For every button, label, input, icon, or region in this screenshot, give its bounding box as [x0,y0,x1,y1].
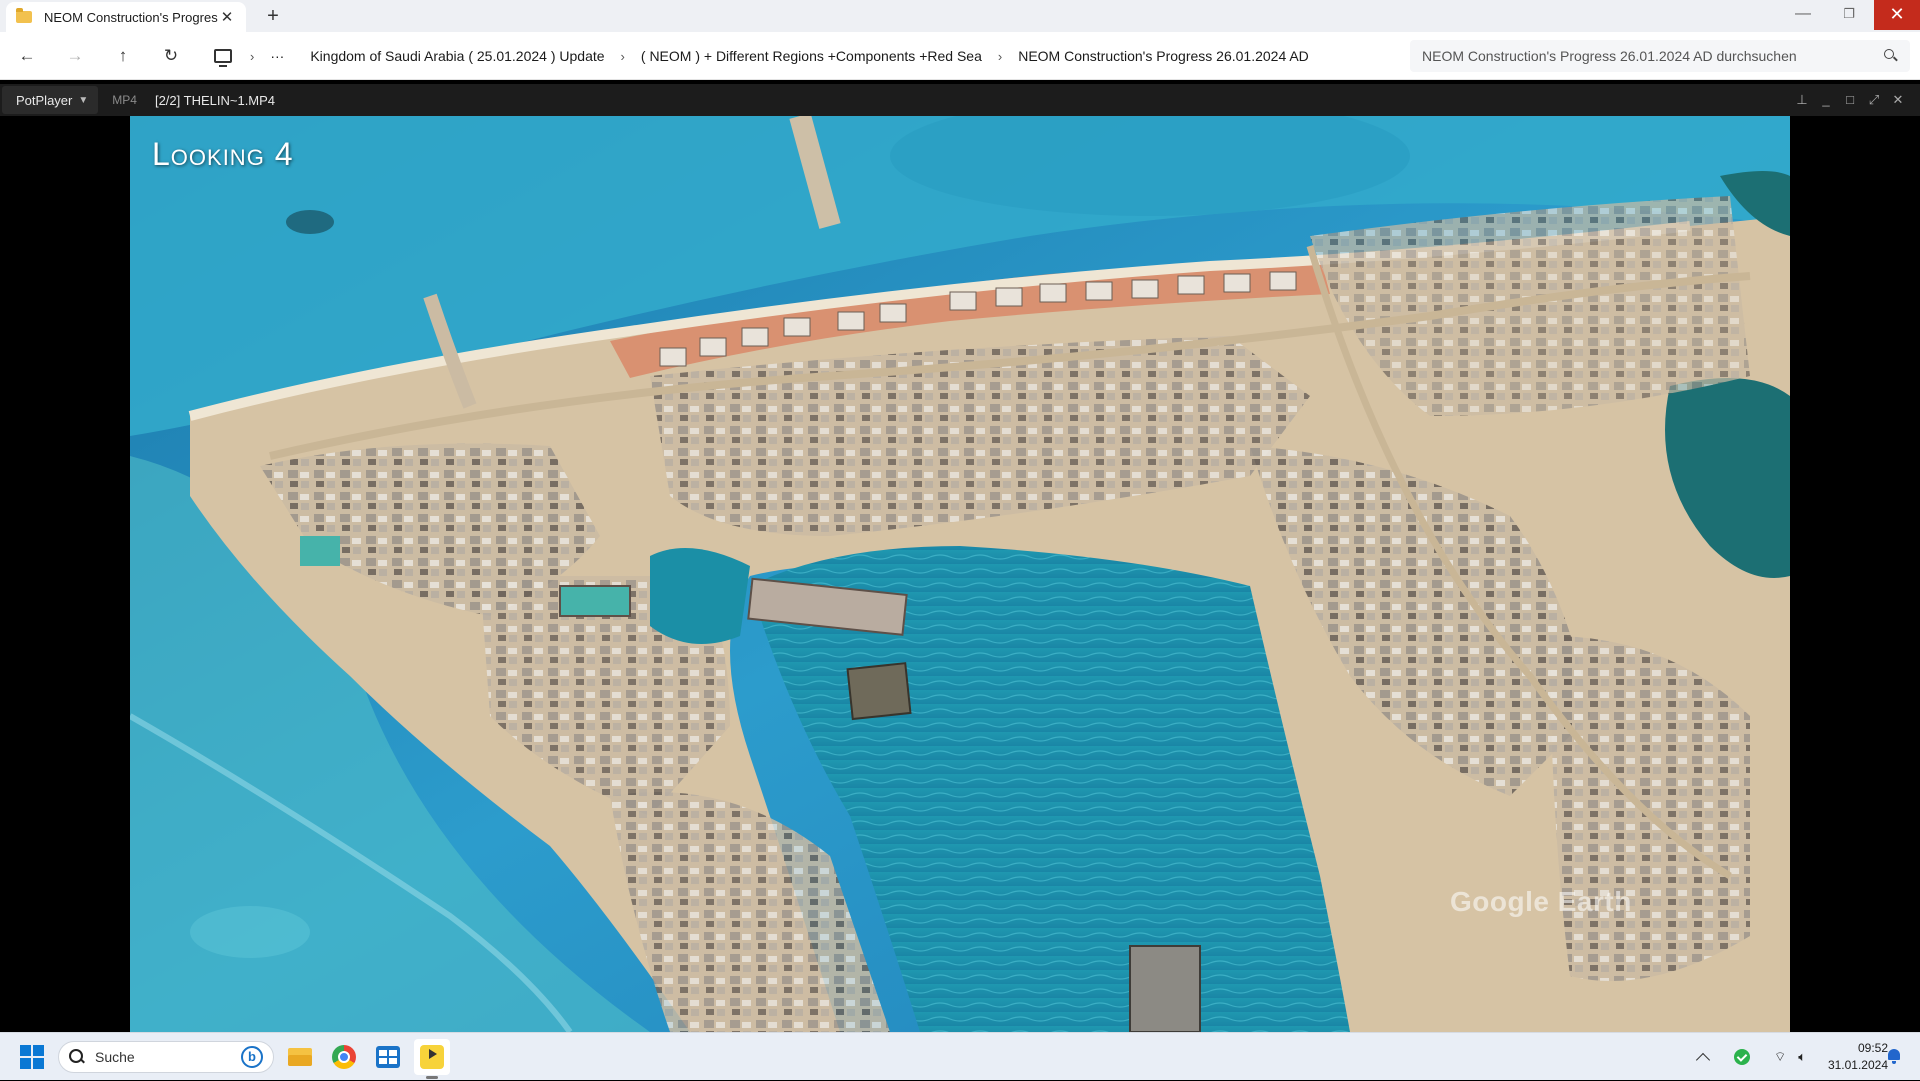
breadcrumb-item[interactable]: ( NEOM ) + Different Regions +Components… [635,48,988,64]
file-format-label: MP4 [112,93,137,107]
folder-search-input[interactable]: NEOM Construction's Progress 26.01.2024 … [1410,40,1910,72]
new-tab-button[interactable]: + [260,4,286,28]
more-crumbs-icon[interactable]: ··· [264,48,290,64]
system-clock[interactable]: 09:52 31.01.2024 [1808,1040,1888,1074]
explorer-tab-strip: NEOM Construction's Progress ✕ + — ❐ ✕ [0,0,1920,32]
search-placeholder: NEOM Construction's Progress 26.01.2024 … [1422,48,1797,64]
forward-arrow-icon[interactable]: → [62,44,88,68]
breadcrumb-item[interactable]: NEOM Construction's Progress 26.01.2024 … [1012,48,1315,64]
potplayer-menu-button[interactable]: PotPlayer ▼ [2,86,99,114]
restore-button[interactable]: ❐ [1826,0,1872,30]
explorer-tab[interactable]: NEOM Construction's Progress ✕ [6,2,246,32]
breadcrumb[interactable]: › ··· Kingdom of Saudi Arabia ( 25.01.20… [204,40,1400,72]
up-arrow-icon[interactable]: ↑ [110,44,136,68]
wifi-icon[interactable]: ⌔ [1774,1049,1786,1065]
notification-bell-icon[interactable] [1886,1047,1902,1065]
player-app-name: PotPlayer [16,92,73,108]
windows-start-icon[interactable] [20,1045,44,1069]
chevron-down-icon: ▼ [78,94,89,106]
bing-icon[interactable]: b [241,1046,263,1068]
potplayer-taskbar-icon[interactable] [414,1039,450,1079]
player-close-icon[interactable]: ✕ [1888,90,1908,110]
file-explorer-icon[interactable] [282,1039,318,1075]
folder-icon [16,8,32,23]
windows-taskbar: Suche b ⌔ 🔈︎ 09:52 31.01.2024 [0,1032,1920,1080]
breadcrumb-item[interactable]: Kingdom of Saudi Arabia ( 25.01.2024 ) U… [304,48,610,64]
taskbar-search-box[interactable]: Suche b [58,1041,274,1073]
player-minimize-icon[interactable]: _ [1816,90,1836,110]
close-tab-icon[interactable]: ✕ [218,8,236,26]
chevron-right-icon[interactable]: › [621,49,625,64]
chevron-right-icon[interactable]: › [250,49,254,64]
explorer-nav-bar: ← → ↑ ↻ › ··· Kingdom of Saudi Arabia ( … [0,32,1920,80]
potplayer-window: PotPlayer ▼ MP4 [2/2] THELIN~1.MP4 ⊥ _ □… [0,84,1920,1032]
taskbar-search-label: Suche [95,1049,135,1065]
chevron-right-icon[interactable]: › [998,49,1002,64]
volume-icon[interactable]: 🔈︎ [1798,1049,1806,1065]
microsoft-store-icon[interactable] [370,1039,406,1075]
minimize-button[interactable]: — [1780,0,1826,30]
player-maximize-icon[interactable]: □ [1840,90,1860,110]
fullscreen-icon[interactable]: ⤢ [1864,90,1884,110]
search-icon[interactable] [1884,49,1898,63]
show-hidden-icons-icon[interactable] [1695,1052,1711,1067]
clock-time: 09:52 [1857,1041,1888,1055]
player-title-bar: PotPlayer ▼ MP4 [2/2] THELIN~1.MP4 ⊥ _ □… [0,84,1920,116]
close-window-button[interactable]: ✕ [1874,0,1920,30]
video-overlay-title: Looking 4 [152,136,294,172]
system-tray: ⌔ 🔈︎ [1692,1033,1812,1081]
search-icon [69,1049,85,1065]
file-name-label: [2/2] THELIN~1.MP4 [154,92,276,108]
this-pc-icon[interactable] [214,49,232,67]
refresh-icon[interactable]: ↻ [158,44,184,68]
video-frame[interactable]: Looking 4 Google Earth [130,116,1790,1032]
back-arrow-icon[interactable]: ← [14,44,40,68]
clock-date: 31.01.2024 [1827,1058,1888,1072]
chrome-icon[interactable] [326,1039,362,1075]
security-status-icon[interactable] [1734,1049,1750,1065]
google-earth-watermark: Google Earth [1450,886,1632,917]
pin-icon[interactable]: ⊥ [1792,90,1812,110]
tab-title: NEOM Construction's Progress [44,9,218,25]
